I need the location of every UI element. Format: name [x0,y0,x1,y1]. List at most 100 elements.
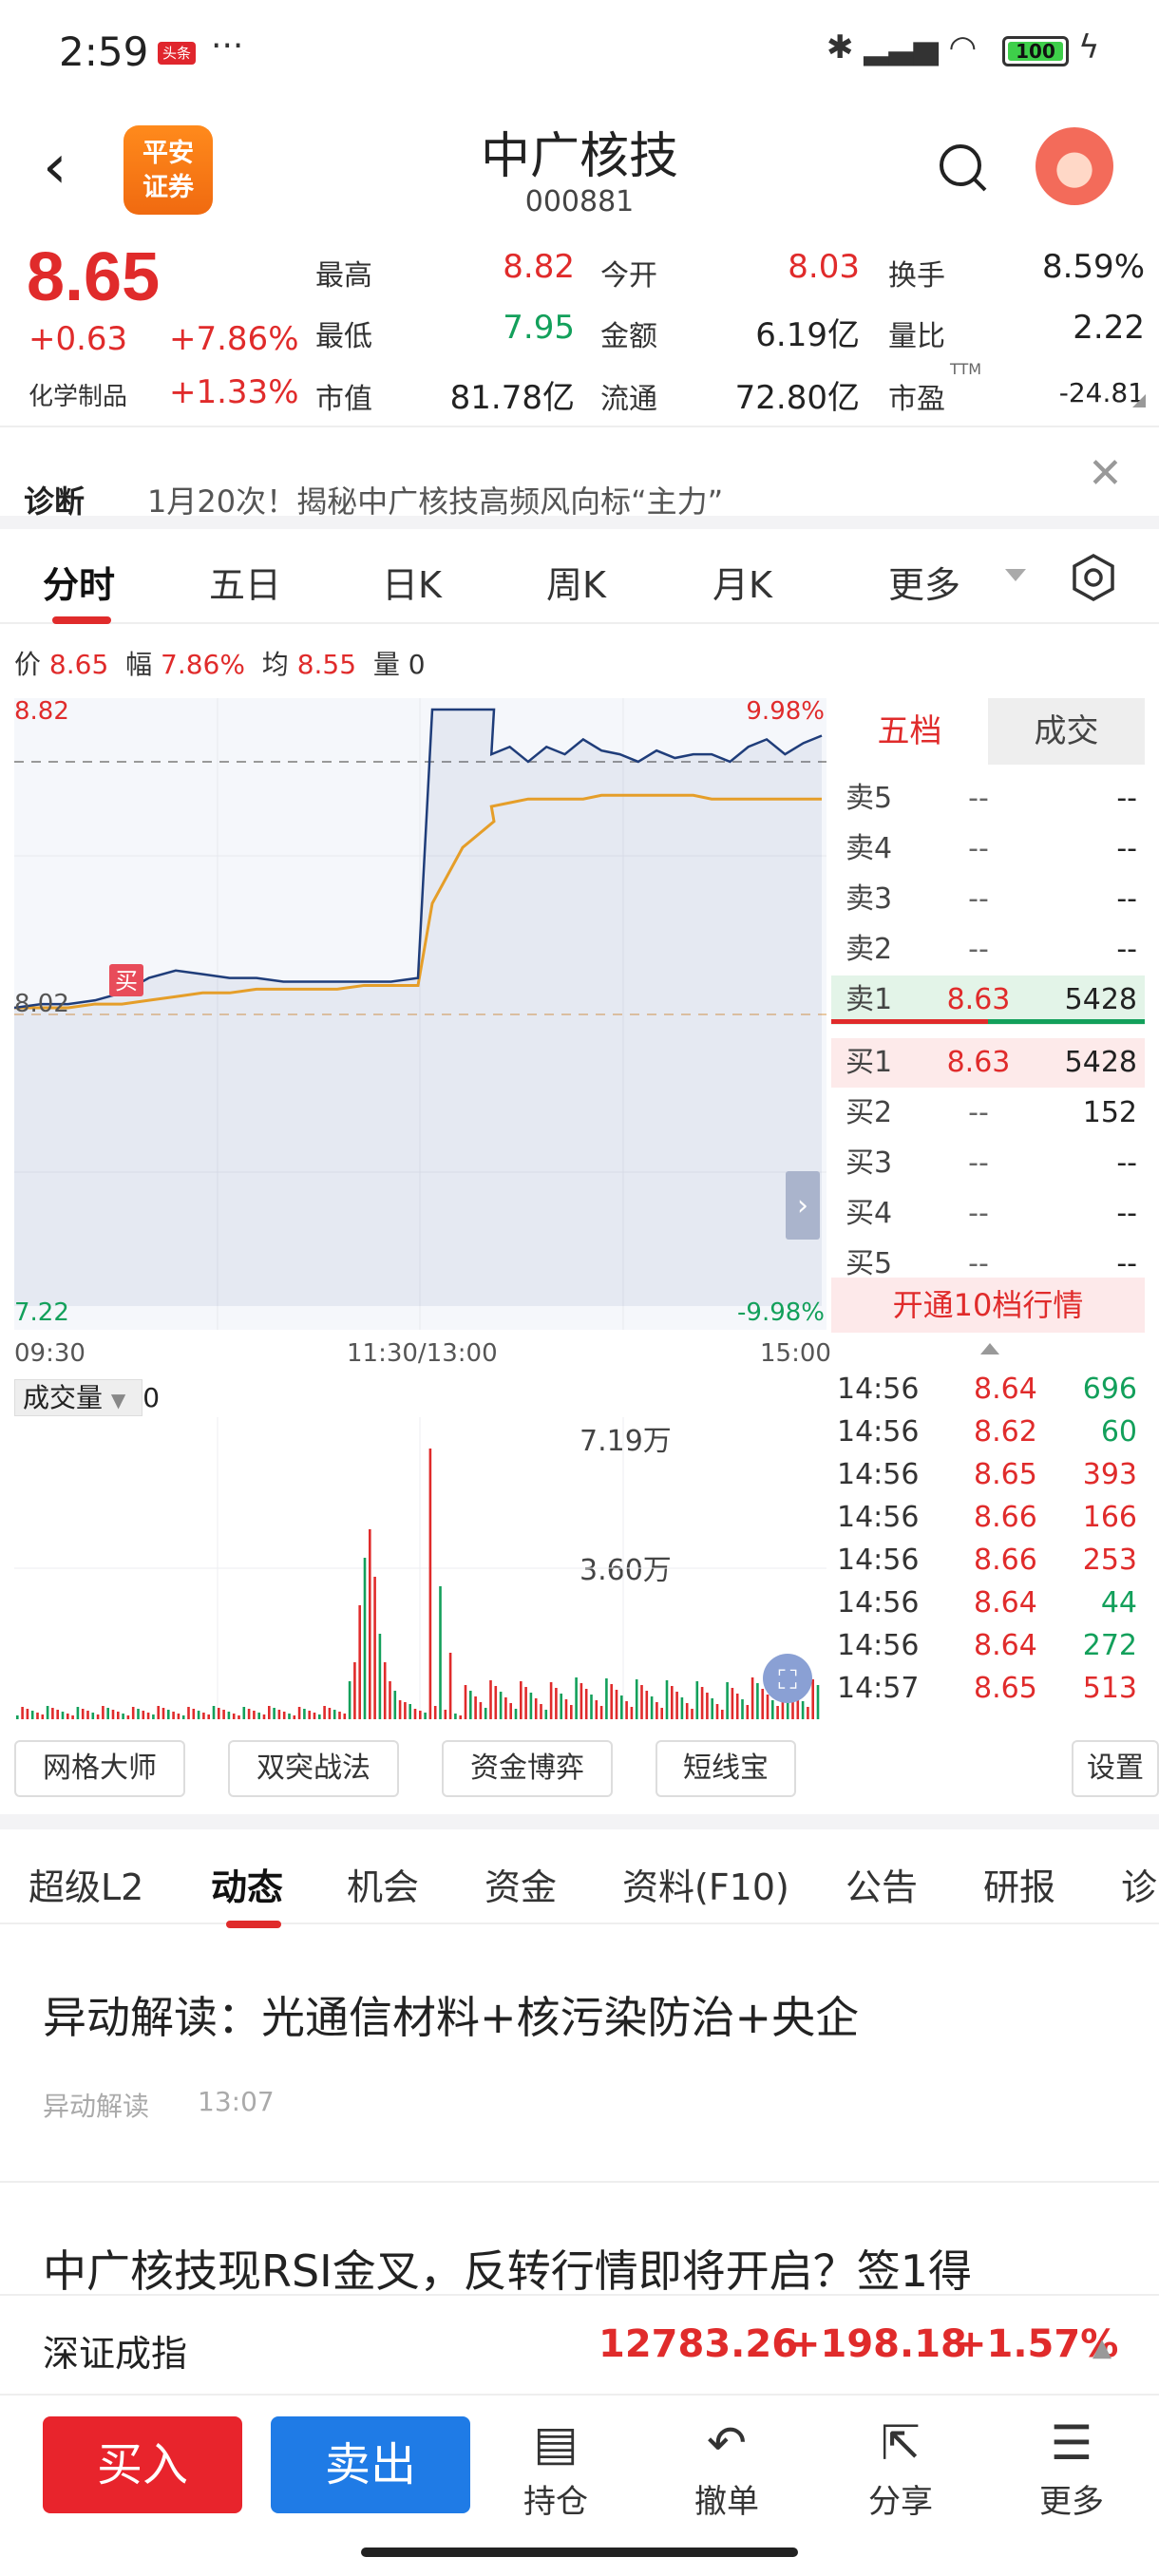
expand-corner-icon[interactable] [1132,394,1146,407]
trade-price: 8.65 [974,1672,1037,1705]
holdings-button[interactable]: ▤ 持仓 [499,2415,613,2522]
volume-bar [474,1696,477,1719]
level-price: -- [968,1146,989,1180]
axis-max-price: 8.82 [14,698,69,726]
tab-monthly-k[interactable]: 月K [712,556,772,608]
tab-trades[interactable]: 成交 [988,698,1145,765]
settings-button[interactable]: 设置 [1072,1740,1159,1797]
volume-bar [91,1713,95,1719]
short-line-button[interactable]: 短线宝 [656,1740,796,1797]
more-button[interactable]: ☰ 更多 [1015,2415,1129,2522]
volume-bar [404,1702,407,1719]
industry-change[interactable]: +1.33% [169,373,299,411]
open-10-level-button[interactable]: 开通10档行情 [831,1278,1145,1333]
tab-research[interactable]: 研报 [983,1858,1055,1910]
scroll-up-icon[interactable] [980,1343,999,1354]
sell-level-row[interactable]: 卖5 -- -- [831,774,1145,824]
buy-level-row[interactable]: 买4 -- -- [831,1189,1145,1239]
back-button[interactable]: ‹ [43,137,90,198]
volume-bar [26,1709,29,1719]
volume-bar [86,1711,89,1719]
industry-name[interactable]: 化学制品 [28,377,127,412]
tab-more[interactable]: 更多 [888,556,960,608]
tab-opportunity[interactable]: 机会 [347,1858,419,1910]
volume-bar [253,1711,256,1719]
volume-bar [137,1709,140,1719]
volume-bar [212,1706,216,1719]
avatar[interactable] [1036,127,1113,205]
close-icon[interactable]: ✕ [1088,449,1123,498]
expand-up-icon[interactable]: ▲ [1092,2334,1112,2362]
tab-f10[interactable]: 资料(F10) [622,1858,789,1910]
level-price: -- [968,933,989,966]
volume-label-bar: 成交量 ▼ 0 [14,1377,160,1417]
news-title[interactable]: 中广核技现RSI金叉，反转行情即将开启？签1得 [43,2237,972,2300]
volume-bar [177,1714,180,1719]
charging-icon: ϟ [1078,28,1100,66]
tab-dynamics[interactable]: 动态 [211,1858,283,1910]
volume-bar [509,1703,512,1719]
share-button[interactable]: ⇱ 分享 [844,2415,958,2522]
index-ticker[interactable]: 深证成指 12783.26 +198.18 +1.57% ▲ [0,2294,1159,2394]
tab-super-l2[interactable]: 超级L2 [28,1858,143,1910]
tab-daily-k[interactable]: 日K [382,556,442,608]
trade-time: 14:56 [837,1544,920,1577]
sell-level-row[interactable]: 卖2 -- -- [831,925,1145,975]
volume-bar [706,1693,709,1719]
volume-bar [297,1707,301,1719]
volume-bar [167,1710,170,1719]
intraday-chart[interactable]: 8.82 9.98% 8.02 7.22 -9.98% 买 › [14,698,826,1330]
tab-diagnosis[interactable]: 诊 [1121,1858,1157,1910]
search-icon[interactable] [936,141,989,194]
volume-selector[interactable]: 成交量 ▼ [14,1379,143,1416]
volume-bar [126,1715,130,1719]
level-price: 8.63 [946,983,1011,1016]
trade-row: 14:56 8.64 696 [831,1368,1145,1411]
level-price: -- [968,832,989,865]
sell-button[interactable]: 卖出 [271,2416,470,2513]
order-book: 五档 成交 卖5 -- -- 卖4 -- -- 卖3 -- -- 卖2 -- -- 卖1 8.63 5428… [831,698,1145,1325]
time-tick: 09:30 [14,1339,86,1368]
tab-five-levels[interactable]: 五档 [831,698,988,765]
tab-intraday[interactable]: 分时 [43,556,115,608]
buy-button[interactable]: 买入 [43,2416,242,2513]
tab-five-day[interactable]: 五日 [209,556,281,608]
volume-bars [16,1449,820,1719]
home-indicator [361,2548,798,2557]
cancel-order-button[interactable]: ↶ 撤单 [670,2415,784,2522]
sell-level-row[interactable]: 卖4 -- -- [831,824,1145,874]
tab-funds[interactable]: 资金 [484,1858,557,1910]
diagnosis-banner[interactable]: 诊断 1月20次！揭秘中广核技高频风向标“主力” ✕ [0,432,1159,527]
level-volume: -- [1116,832,1137,865]
ttm-superscript: TTM [950,360,982,378]
level-volume: -- [1116,1197,1137,1230]
fund-game-button[interactable]: 资金博弈 [442,1740,613,1797]
volume-bar [529,1693,533,1719]
sell-level-row[interactable]: 卖3 -- -- [831,875,1145,924]
buy-level-row[interactable]: 买2 -- 152 [831,1089,1145,1138]
sell-level-row[interactable]: 卖1 8.63 5428 [831,975,1145,1025]
volume-bar [675,1692,678,1719]
volume-bar [146,1713,150,1719]
volume-bar [181,1715,185,1719]
gear-icon[interactable] [1069,553,1118,602]
news-title[interactable]: 异动解读：光通信材料+核污染防治+央企 [43,1983,859,2046]
double-breakout-button[interactable]: 双突战法 [228,1740,399,1797]
index-name: 深证成指 [43,2333,188,2375]
chevron-down-icon[interactable] [1005,569,1026,581]
quote-panel: 8.65 +0.63 +7.86% 化学制品 +1.33% 最高 8.82 今开… [0,233,1159,432]
time-tick: 11:30/13:00 [347,1339,498,1368]
buy-level-row[interactable]: 买1 8.63 5428 [831,1038,1145,1088]
trade-row: 14:56 8.65 393 [831,1453,1145,1496]
buy-level-row[interactable]: 买3 -- -- [831,1139,1145,1188]
level-price: -- [968,882,989,916]
volume-bar [807,1707,809,1719]
level-name: 卖4 [846,832,893,865]
menu-icon: ☰ [1050,2415,1093,2471]
tab-announcement[interactable]: 公告 [846,1858,918,1910]
grid-master-button[interactable]: 网格大师 [14,1740,185,1797]
level-volume: 5428 [1064,1046,1137,1079]
volume-bar [162,1708,165,1719]
tab-weekly-k[interactable]: 周K [546,556,606,608]
level-price: -- [968,1197,989,1230]
